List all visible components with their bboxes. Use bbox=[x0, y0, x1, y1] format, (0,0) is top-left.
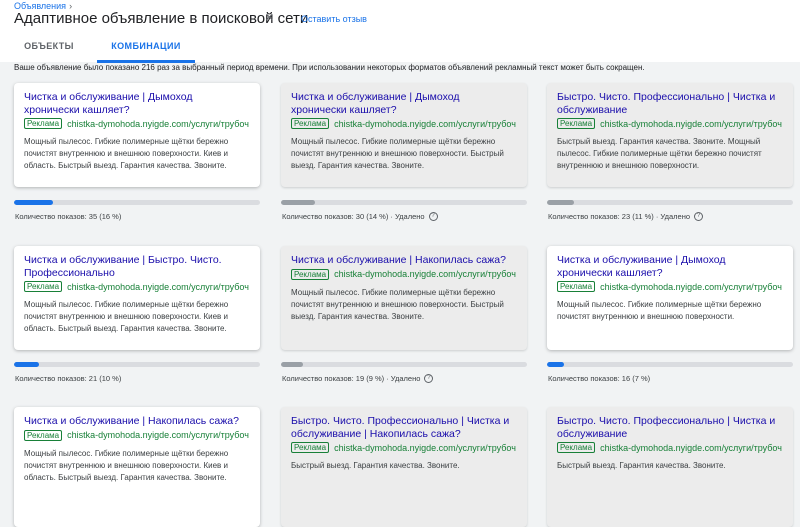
ad-headline: Чистка и обслуживание | Быстро. Чисто. П… bbox=[24, 254, 222, 279]
ad-card: Чистка и обслуживание | Дымоход хроничес… bbox=[281, 83, 527, 187]
help-icon[interactable]: ? bbox=[428, 212, 438, 221]
impressions-count: Количество показов: 16 (7 %) bbox=[548, 374, 651, 383]
ad-url: chistka-dymohoda.nyigde.com/услуги/трубо… bbox=[600, 118, 783, 129]
ad-description: Мощный пылесос. Гибкие полимерные щётки … bbox=[24, 448, 229, 482]
ad-headline: Чистка и обслуживание | Дымоход хроничес… bbox=[557, 254, 726, 279]
tab-bar: ОБЪЕКТЫ КОМБИНАЦИИ bbox=[0, 36, 800, 63]
impressions-count: Количество показов: 30 (14 %) · Удалено bbox=[282, 212, 425, 221]
ad-description: Быстрый выезд. Гарантия качества. Звонит… bbox=[291, 461, 460, 470]
ad-description: Мощный пылесос. Гибкие полимерные щётки … bbox=[24, 300, 229, 333]
share-bar-fill bbox=[14, 362, 39, 367]
ad-description: Мощный пылесос. Гибкие полимерные щётки … bbox=[291, 137, 504, 170]
ad-card: Чистка и обслуживание | Накопилась сажа?… bbox=[281, 246, 527, 350]
ad-badge: Реклама bbox=[24, 118, 63, 129]
ad-card: Чистка и обслуживание | Дымоход хроничес… bbox=[547, 246, 793, 350]
page-header: Объявления › Адаптивное объявление в поис… bbox=[0, 0, 800, 63]
ad-description: Мощный пылесос. Гибкие полимерные щётки … bbox=[24, 137, 229, 170]
ad-card: Чистка и обслуживание | Быстро. Чисто. П… bbox=[14, 246, 260, 350]
ad-url: chistka-dymohoda.nyigde.com/услуги/трубо… bbox=[67, 281, 250, 292]
share-bar bbox=[547, 200, 793, 205]
ad-headline: Чистка и обслуживание | Дымоход хроничес… bbox=[291, 91, 460, 116]
ad-url: chistka-dymohoda.nyigde.com/услуги/трубо… bbox=[600, 442, 783, 453]
ad-card: Быстро. Чисто. Профессионально | Чистка … bbox=[281, 407, 527, 527]
ad-description: Мощный пылесос. Гибкие полимерные щётки … bbox=[291, 287, 504, 321]
tab-objects[interactable]: ОБЪЕКТЫ bbox=[14, 36, 84, 60]
ad-badge: Реклама bbox=[24, 281, 63, 292]
ad-headline: Чистка и обслуживание | Дымоход хроничес… bbox=[24, 91, 193, 116]
ad-badge: Реклама bbox=[557, 442, 596, 453]
ad-stat: Количество показов: 23 (11 %) · Удалено? bbox=[548, 212, 704, 221]
ad-badge: Реклама bbox=[557, 118, 596, 129]
share-bar bbox=[14, 362, 260, 367]
help-icon[interactable]: ? bbox=[694, 212, 704, 221]
share-bar-fill bbox=[547, 200, 575, 205]
ad-description: Быстрый выезд. Гарантия качества. Звонит… bbox=[557, 137, 762, 170]
ad-url: chistka-dymohoda.nyigde.com/услуги/трубо… bbox=[67, 118, 250, 129]
impressions-count: Количество показов: 35 (16 %) bbox=[15, 212, 122, 221]
ad-stat: Количество показов: 35 (16 %) bbox=[15, 212, 121, 221]
share-bar-fill bbox=[281, 200, 316, 205]
help-icon[interactable]: ? bbox=[424, 374, 434, 383]
ad-badge: Реклама bbox=[291, 118, 330, 129]
ad-headline: Быстро. Чисто. Профессионально | Чистка … bbox=[557, 91, 776, 116]
feedback-link[interactable]: Оставить отзыв bbox=[301, 14, 367, 24]
tab-combinations[interactable]: КОМБИНАЦИИ bbox=[97, 36, 195, 63]
ad-headline: Чистка и обслуживание | Накопилась сажа? bbox=[24, 415, 239, 427]
ad-badge: Реклама bbox=[24, 429, 63, 441]
ad-stat: Количество показов: 21 (10 %) bbox=[15, 374, 121, 383]
ad-card: Быстро. Чисто. Профессионально | Чистка … bbox=[547, 83, 793, 187]
ad-headline: Быстро. Чисто. Профессионально | Чистка … bbox=[291, 415, 510, 440]
ad-description: Быстрый выезд. Гарантия качества. Звонит… bbox=[557, 461, 726, 470]
ad-headline: Быстро. Чисто. Профессионально | Чистка … bbox=[557, 415, 776, 440]
ad-stat: Количество показов: 19 (9 %) · Удалено? bbox=[282, 374, 434, 383]
ad-card: Чистка и обслуживание | Накопилась сажа?… bbox=[14, 407, 260, 527]
close-icon[interactable]: × bbox=[265, 9, 274, 27]
ad-card: Быстро. Чисто. Профессионально | Чистка … bbox=[547, 407, 793, 527]
ad-headline: Чистка и обслуживание | Накопилась сажа? bbox=[291, 254, 506, 266]
ad-badge: Реклама bbox=[291, 442, 330, 453]
ad-stat: Количество показов: 16 (7 %) bbox=[548, 374, 650, 383]
ad-url: chistka-dymohoda.nyigde.com/услуги/трубо… bbox=[600, 281, 783, 292]
ad-url: chistka-dymohoda.nyigde.com/услуги/трубо… bbox=[334, 269, 517, 279]
impressions-info: Ваше объявление было показано 216 раз за… bbox=[14, 63, 645, 72]
ad-url: chistka-dymohoda.nyigde.com/услуги/трубо… bbox=[334, 118, 517, 129]
ad-badge: Реклама bbox=[291, 268, 330, 280]
ad-badge: Реклама bbox=[557, 281, 596, 292]
share-bar-fill bbox=[14, 200, 54, 205]
ad-card: Чистка и обслуживание | Дымоход хроничес… bbox=[14, 83, 260, 187]
share-bar-fill bbox=[547, 362, 565, 367]
share-bar bbox=[281, 362, 527, 367]
share-bar bbox=[14, 200, 260, 205]
impressions-count: Количество показов: 19 (9 %) · Удалено bbox=[282, 374, 421, 383]
ad-stat: Количество показов: 30 (14 %) · Удалено? bbox=[282, 212, 438, 221]
ad-description: Мощный пылесос. Гибкие полимерные щётки … bbox=[557, 300, 762, 321]
share-bar bbox=[281, 200, 527, 205]
share-bar-fill bbox=[281, 362, 304, 367]
impressions-count: Количество показов: 23 (11 %) · Удалено bbox=[548, 212, 691, 221]
share-bar bbox=[547, 362, 793, 367]
impressions-count: Количество показов: 21 (10 %) bbox=[15, 374, 122, 383]
ad-url: chistka-dymohoda.nyigde.com/услуги/трубо… bbox=[334, 442, 517, 453]
ad-url: chistka-dymohoda.nyigde.com/услуги/трубо… bbox=[67, 430, 250, 440]
